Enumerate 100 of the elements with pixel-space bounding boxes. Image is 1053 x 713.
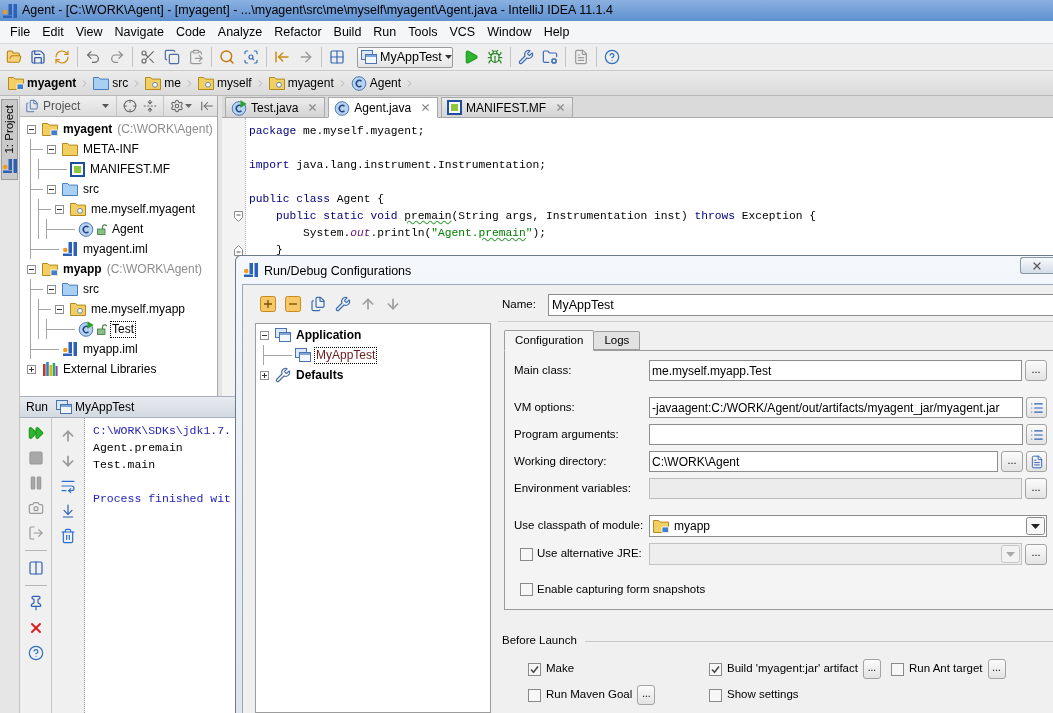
minus-box-icon[interactable]: [259, 330, 269, 340]
tree-item[interactable]: myapp: [61, 260, 104, 278]
tree-item[interactable]: MyAppTest: [314, 346, 378, 364]
copy-icon[interactable]: [310, 296, 326, 312]
plus-box-icon[interactable]: [259, 370, 269, 380]
cut-icon[interactable]: [140, 49, 156, 65]
settings-icon[interactable]: [170, 99, 184, 113]
tree-item[interactable]: me.myself.myagent: [89, 200, 198, 218]
run-configuration-dropdown[interactable]: MyAppTest: [357, 46, 453, 68]
redo-icon[interactable]: [109, 49, 125, 65]
arrow-down-to-line-icon[interactable]: [60, 503, 76, 519]
text-field[interactable]: me.myself.myapp.Test: [649, 360, 1022, 381]
columns-icon[interactable]: [27, 560, 44, 576]
breadcrumb[interactable]: myself: [197, 73, 253, 93]
minus-box-icon[interactable]: [46, 144, 56, 154]
tree-item[interactable]: Agent: [110, 220, 146, 238]
tree-item[interactable]: META-INF: [81, 140, 141, 158]
menu-item[interactable]: Tools: [402, 22, 444, 42]
trash-icon[interactable]: [60, 528, 76, 544]
menu-item[interactable]: VCS: [443, 22, 482, 42]
add-icon[interactable]: [260, 296, 276, 312]
exit-icon[interactable]: [27, 525, 44, 541]
arrow-down-icon[interactable]: [385, 296, 401, 312]
menu-item[interactable]: Code: [169, 22, 212, 42]
breadcrumb[interactable]: Agent: [349, 73, 403, 93]
bug-icon[interactable]: [487, 49, 503, 65]
menu-item[interactable]: Window: [481, 22, 538, 42]
browse-button[interactable]: ...: [862, 659, 881, 679]
tree-item[interactable]: myapp.iml: [81, 340, 140, 358]
minus-box-icon[interactable]: [46, 284, 56, 294]
menu-item[interactable]: Edit: [36, 22, 70, 42]
checkbox[interactable]: [891, 662, 904, 676]
text-field[interactable]: C:\WORK\Agent: [649, 451, 998, 472]
minus-box-icon[interactable]: [54, 204, 64, 214]
breadcrumb[interactable]: myagent: [267, 73, 335, 93]
arrow-up-icon[interactable]: [60, 428, 76, 444]
scan-search-icon[interactable]: [243, 49, 259, 65]
document-icon[interactable]: [573, 49, 589, 65]
text-field[interactable]: [649, 424, 1023, 445]
minus-box-icon[interactable]: [54, 304, 64, 314]
editor-tab[interactable]: Agent.java: [328, 97, 439, 118]
tree-item[interactable]: me.myself.myapp: [89, 300, 188, 318]
wrap-icon[interactable]: [60, 478, 76, 494]
arrow-right-icon[interactable]: [298, 49, 314, 65]
fast-forward-icon[interactable]: [27, 425, 44, 441]
tree-item[interactable]: MANIFEST.MF: [88, 160, 172, 178]
run-icon[interactable]: [463, 49, 479, 65]
editor-tab[interactable]: Test.java: [225, 97, 326, 118]
fold-marker-icon[interactable]: [234, 245, 243, 256]
wrench-icon[interactable]: [518, 49, 534, 65]
menu-item[interactable]: Build: [327, 22, 368, 42]
tree-item[interactable]: Defaults: [294, 366, 346, 384]
close-icon[interactable]: [420, 102, 432, 113]
camera-icon[interactable]: [27, 500, 44, 516]
target-icon[interactable]: [123, 99, 137, 113]
help-icon[interactable]: [27, 645, 44, 661]
browse-button[interactable]: ...: [637, 685, 656, 705]
folder-gear-icon[interactable]: [542, 49, 558, 65]
checkbox[interactable]: [528, 662, 541, 676]
arrow-down-icon[interactable]: [60, 453, 76, 469]
tree-item[interactable]: External Libraries: [61, 360, 159, 378]
browse-button[interactable]: ...: [1001, 451, 1023, 472]
help-icon[interactable]: [604, 49, 620, 65]
menu-item[interactable]: Refactor: [268, 22, 328, 42]
menu-item[interactable]: Analyze: [211, 22, 269, 42]
tab[interactable]: Logs: [594, 331, 641, 350]
fold-marker-icon[interactable]: [234, 211, 243, 222]
tool-window-tab[interactable]: 1: Project: [1, 99, 18, 180]
menu-item[interactable]: Help: [537, 22, 576, 42]
browse-button[interactable]: ...: [987, 659, 1006, 679]
remove-icon[interactable]: [285, 296, 301, 312]
stop-icon[interactable]: [27, 450, 44, 466]
menu-item[interactable]: View: [69, 22, 109, 42]
save-icon[interactable]: [30, 49, 46, 65]
checkbox[interactable]: [709, 662, 722, 676]
tree-item[interactable]: Test: [110, 320, 136, 338]
close-icon[interactable]: [555, 102, 567, 113]
tree-item[interactable]: src: [81, 280, 101, 298]
tab[interactable]: Configuration: [504, 330, 595, 351]
close-button[interactable]: [1020, 257, 1053, 274]
sync-icon[interactable]: [54, 49, 70, 65]
breadcrumb[interactable]: me: [144, 73, 183, 93]
collapse-all-icon[interactable]: [143, 99, 157, 113]
name-field[interactable]: MyAppTest: [548, 294, 1053, 316]
minus-box-icon[interactable]: [46, 184, 56, 194]
copy-icon[interactable]: [164, 49, 180, 65]
minus-box-icon[interactable]: [26, 124, 36, 134]
editor-tab[interactable]: MANIFEST.MF: [441, 97, 574, 118]
plus-box-icon[interactable]: [26, 364, 36, 374]
grid-icon[interactable]: [329, 49, 345, 65]
close-icon[interactable]: [307, 102, 319, 113]
arrow-left-to-line-icon[interactable]: [274, 49, 290, 65]
arrow-left-to-line-icon[interactable]: [200, 99, 214, 113]
breadcrumb[interactable]: src: [92, 73, 130, 93]
dropdown[interactable]: myapp: [649, 515, 1047, 537]
breadcrumb[interactable]: myagent: [7, 73, 78, 93]
tree-item[interactable]: myagent: [61, 120, 115, 138]
checkbox[interactable]: [528, 688, 541, 702]
text-field[interactable]: -javaagent:C:/WORK/Agent/out/artifacts/myagent_jar/myagent.jar: [649, 397, 1023, 418]
browse-button[interactable]: ...: [1025, 360, 1047, 381]
